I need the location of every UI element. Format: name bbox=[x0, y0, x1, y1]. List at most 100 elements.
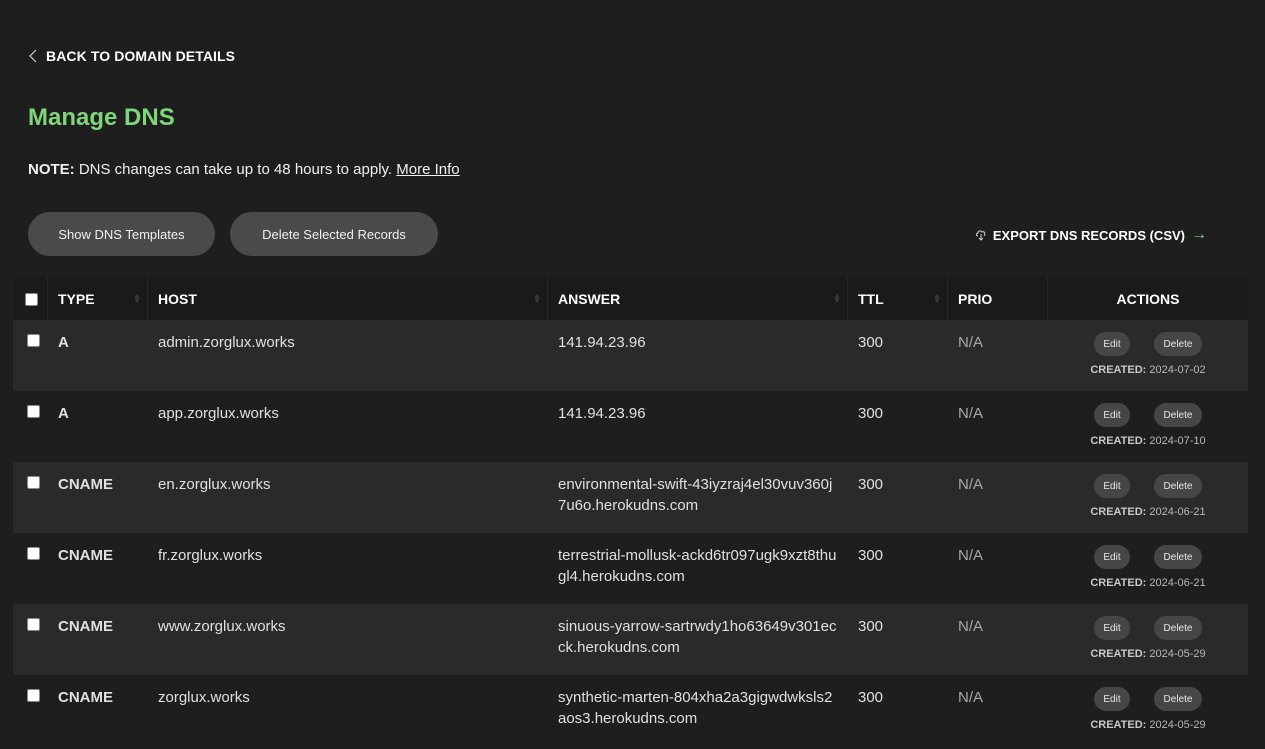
record-answer: 141.94.23.96 bbox=[558, 334, 646, 351]
created-date: 2024-06-21 bbox=[1149, 506, 1206, 518]
record-answer: environmental-swift-43iyzraj4el30vuv360j… bbox=[558, 476, 833, 514]
record-prio: N/A bbox=[958, 618, 984, 635]
record-actions: Edit Delete CREATED: 2024-06-21 bbox=[1048, 462, 1248, 533]
row-select-cell bbox=[13, 675, 48, 746]
edit-record-button[interactable]: Edit bbox=[1094, 332, 1130, 356]
export-label: EXPORT DNS RECORDS (CSV) bbox=[992, 227, 1185, 243]
sort-icon: ▲ ▼ bbox=[133, 291, 141, 305]
table-row: CNAME www.zorglux.works sinuous-yarrow-s… bbox=[13, 604, 1248, 675]
row-checkbox[interactable] bbox=[27, 618, 40, 631]
row-select-cell bbox=[13, 462, 48, 533]
record-host: app.zorglux.works bbox=[158, 405, 279, 422]
record-prio: N/A bbox=[958, 547, 984, 564]
dns-records-table: TYPE ▲ ▼ HOST ▲ ▼ ANSWER ▲ ▼ TTL ▲ ▼ PRIO A C… bbox=[13, 277, 1248, 746]
record-answer: synthetic-marten-804xha2a3gigwdwksls2aos… bbox=[558, 689, 833, 727]
column-header-ttl[interactable]: TTL ▲ ▼ bbox=[848, 277, 948, 320]
sort-icon: ▲ ▼ bbox=[933, 291, 941, 305]
created-label: CREATED: bbox=[1090, 648, 1147, 660]
record-created: CREATED: 2024-05-29 bbox=[1048, 647, 1248, 661]
created-date: 2024-06-21 bbox=[1149, 577, 1206, 589]
created-label: CREATED: bbox=[1090, 719, 1147, 731]
column-header-answer[interactable]: ANSWER ▲ ▼ bbox=[548, 277, 848, 320]
sort-icon: ▲ ▼ bbox=[833, 291, 841, 305]
edit-record-button[interactable]: Edit bbox=[1094, 616, 1130, 640]
row-checkbox[interactable] bbox=[27, 405, 40, 418]
row-select-cell bbox=[13, 391, 48, 462]
table-header: TYPE ▲ ▼ HOST ▲ ▼ ANSWER ▲ ▼ TTL ▲ ▼ PRIO AC… bbox=[13, 277, 1248, 320]
back-to-domain-details-link[interactable]: BACK TO DOMAIN DETAILS bbox=[28, 48, 235, 64]
sort-icon: ▲ ▼ bbox=[533, 291, 541, 305]
record-type: A bbox=[58, 334, 69, 351]
column-host-label: HOST bbox=[158, 290, 197, 307]
table-body: A admin.zorglux.works 141.94.23.96 300 N… bbox=[13, 320, 1248, 746]
row-checkbox[interactable] bbox=[27, 476, 40, 489]
row-checkbox[interactable] bbox=[27, 547, 40, 560]
created-label: CREATED: bbox=[1090, 364, 1147, 376]
column-header-type[interactable]: TYPE ▲ ▼ bbox=[48, 277, 148, 320]
created-date: 2024-05-29 bbox=[1149, 719, 1206, 731]
created-date: 2024-07-02 bbox=[1149, 364, 1206, 376]
row-checkbox[interactable] bbox=[27, 689, 40, 702]
record-ttl: 300 bbox=[858, 689, 884, 706]
page-title: Manage DNS bbox=[28, 104, 175, 131]
table-row: CNAME fr.zorglux.works terrestrial-mollu… bbox=[13, 533, 1248, 604]
record-ttl: 300 bbox=[858, 476, 884, 493]
note-text: DNS changes can take up to 48 hours to a… bbox=[78, 161, 393, 178]
record-host: admin.zorglux.works bbox=[158, 334, 295, 351]
dns-note: NOTE: DNS changes can take up to 48 hour… bbox=[28, 161, 460, 178]
record-answer: sinuous-yarrow-sartrwdy1ho63649v301ecck.… bbox=[558, 618, 837, 656]
delete-record-button[interactable]: Delete bbox=[1154, 332, 1202, 356]
record-ttl: 300 bbox=[858, 334, 884, 351]
delete-record-button[interactable]: Delete bbox=[1154, 616, 1202, 640]
show-dns-templates-button[interactable]: Show DNS Templates bbox=[28, 212, 215, 256]
table-row: CNAME zorglux.works synthetic-marten-804… bbox=[13, 675, 1248, 746]
record-created: CREATED: 2024-07-10 bbox=[1048, 434, 1248, 448]
more-info-link[interactable]: More Info bbox=[396, 161, 459, 178]
record-actions: Edit Delete CREATED: 2024-06-21 bbox=[1048, 533, 1248, 604]
action-buttons: Edit Delete bbox=[1048, 474, 1248, 498]
record-actions: Edit Delete CREATED: 2024-05-29 bbox=[1048, 604, 1248, 675]
record-ttl: 300 bbox=[858, 405, 884, 422]
column-prio-label: PRIO bbox=[958, 290, 993, 307]
column-ttl-label: TTL bbox=[858, 290, 884, 307]
created-label: CREATED: bbox=[1090, 506, 1147, 518]
record-host: zorglux.works bbox=[158, 689, 250, 706]
delete-record-button[interactable]: Delete bbox=[1154, 403, 1202, 427]
edit-record-button[interactable]: Edit bbox=[1094, 403, 1130, 427]
edit-record-button[interactable]: Edit bbox=[1094, 687, 1130, 711]
delete-record-button[interactable]: Delete bbox=[1154, 474, 1202, 498]
select-all-checkbox[interactable] bbox=[25, 293, 38, 306]
record-created: CREATED: 2024-05-29 bbox=[1048, 718, 1248, 732]
delete-record-button[interactable]: Delete bbox=[1154, 545, 1202, 569]
record-actions: Edit Delete CREATED: 2024-05-29 bbox=[1048, 675, 1248, 746]
table-row: A app.zorglux.works 141.94.23.96 300 N/A… bbox=[13, 391, 1248, 462]
record-created: CREATED: 2024-06-21 bbox=[1048, 576, 1248, 590]
download-cloud-icon bbox=[975, 230, 986, 241]
created-label: CREATED: bbox=[1090, 577, 1147, 589]
action-buttons: Edit Delete bbox=[1048, 332, 1248, 356]
record-prio: N/A bbox=[958, 689, 984, 706]
record-type: CNAME bbox=[58, 476, 113, 493]
record-prio: N/A bbox=[958, 476, 984, 493]
delete-selected-records-button[interactable]: Delete Selected Records bbox=[230, 212, 438, 256]
note-label: NOTE: bbox=[28, 161, 75, 178]
row-select-cell bbox=[13, 320, 48, 391]
back-link-label: BACK TO DOMAIN DETAILS bbox=[46, 48, 236, 64]
record-created: CREATED: 2024-06-21 bbox=[1048, 505, 1248, 519]
column-header-host[interactable]: HOST ▲ ▼ bbox=[148, 277, 548, 320]
arrow-right-icon: → bbox=[1191, 226, 1207, 243]
edit-record-button[interactable]: Edit bbox=[1094, 545, 1130, 569]
edit-record-button[interactable]: Edit bbox=[1094, 474, 1130, 498]
record-host: en.zorglux.works bbox=[158, 476, 271, 493]
created-date: 2024-07-10 bbox=[1149, 435, 1206, 447]
row-checkbox[interactable] bbox=[27, 334, 40, 347]
select-all-cell bbox=[13, 277, 48, 320]
created-label: CREATED: bbox=[1090, 435, 1147, 447]
record-type: CNAME bbox=[58, 689, 113, 706]
export-dns-records-link[interactable]: EXPORT DNS RECORDS (CSV) → bbox=[975, 226, 1207, 244]
record-type: CNAME bbox=[58, 618, 113, 635]
record-type: A bbox=[58, 405, 69, 422]
record-answer: 141.94.23.96 bbox=[558, 405, 646, 422]
delete-record-button[interactable]: Delete bbox=[1154, 687, 1202, 711]
manage-dns-page: BACK TO DOMAIN DETAILS Manage DNS NOTE: … bbox=[0, 0, 1265, 749]
